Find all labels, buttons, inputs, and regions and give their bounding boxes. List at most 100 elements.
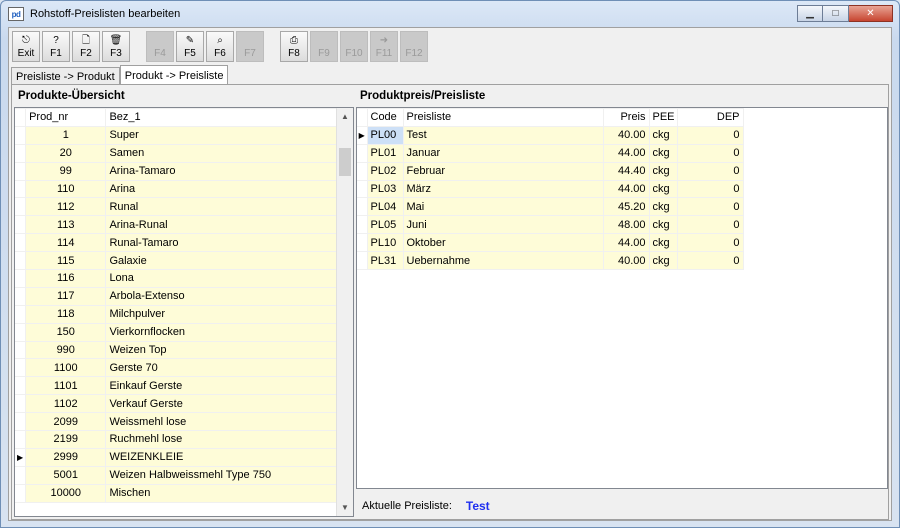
cell-bez-1[interactable]: Lona	[105, 269, 337, 288]
row-indicator[interactable]	[15, 197, 27, 217]
table-row[interactable]: 1 Super	[15, 125, 337, 145]
toolbar-button-f3[interactable]: 🗑 F3	[102, 31, 130, 62]
cell-bez-1[interactable]: Mischen	[105, 483, 337, 503]
table-row[interactable]: 1100 Gerste 70	[15, 358, 337, 378]
cell-pee[interactable]: ckg	[648, 251, 678, 271]
row-indicator[interactable]	[15, 161, 27, 181]
cell-preis[interactable]: 44.00	[602, 179, 650, 199]
cell-preisliste[interactable]: Uebernahme	[402, 251, 604, 271]
row-indicator[interactable]	[15, 269, 27, 288]
column-header-prod-nr[interactable]: Prod_nr	[25, 108, 107, 127]
cell-preis[interactable]: 44.00	[602, 143, 650, 163]
cell-prod-nr[interactable]: 1102	[25, 394, 107, 414]
products-grid[interactable]: Prod_nr Bez_1 1 Super 20 Samen 99 Arina-Tamar…	[14, 107, 354, 517]
cell-prod-nr[interactable]: 1	[25, 125, 107, 145]
row-indicator[interactable]	[15, 179, 27, 199]
table-row[interactable]: 116 Lona	[15, 269, 337, 288]
cell-dep[interactable]: 0	[676, 125, 744, 145]
table-row[interactable]: ▶ PL00 Test 40.00 ckg 0	[357, 125, 744, 145]
cell-code[interactable]: PL01	[366, 143, 404, 163]
table-row[interactable]: 2099 Weissmehl lose	[15, 412, 337, 432]
cell-preis[interactable]: 44.00	[602, 233, 650, 253]
cell-bez-1[interactable]: Milchpulver	[105, 304, 337, 324]
cell-prod-nr[interactable]: 1101	[25, 376, 107, 396]
tab-produkt-preisliste[interactable]: Produkt -> Preisliste	[119, 65, 229, 85]
column-header-bez-1[interactable]: Bez_1	[105, 108, 337, 127]
cell-bez-1[interactable]: Runal-Tamaro	[105, 233, 337, 253]
cell-prod-nr[interactable]: 10000	[25, 483, 107, 503]
cell-prod-nr[interactable]: 118	[25, 304, 107, 324]
cell-pee[interactable]: ckg	[648, 215, 678, 235]
cell-code[interactable]: PL03	[366, 179, 404, 199]
cell-bez-1[interactable]: Runal	[105, 197, 337, 217]
table-row[interactable]: PL10 Oktober 44.00 ckg 0	[357, 233, 744, 253]
table-row[interactable]: 10000 Mischen	[15, 483, 337, 503]
table-row[interactable]: 990 Weizen Top	[15, 340, 337, 360]
cell-code[interactable]: PL31	[366, 251, 404, 271]
cell-bez-1[interactable]: Einkauf Gerste	[105, 376, 337, 396]
table-row[interactable]: PL03 März 44.00 ckg 0	[357, 179, 744, 199]
cell-pee[interactable]: ckg	[648, 125, 678, 145]
cell-bez-1[interactable]: Weizen Top	[105, 340, 337, 360]
table-row[interactable]: 1102 Verkauf Gerste	[15, 394, 337, 414]
table-row[interactable]: PL01 Januar 44.00 ckg 0	[357, 143, 744, 163]
row-indicator[interactable]: ▶	[15, 447, 27, 467]
products-scrollbar[interactable]: ▲ ▼	[336, 108, 353, 516]
cell-bez-1[interactable]: Vierkornflocken	[105, 322, 337, 342]
cell-prod-nr[interactable]: 990	[25, 340, 107, 360]
table-row[interactable]: 2199 Ruchmehl lose	[15, 430, 337, 449]
row-indicator[interactable]	[15, 465, 27, 485]
column-header-pee[interactable]: PEE	[648, 108, 678, 127]
cell-prod-nr[interactable]: 110	[25, 179, 107, 199]
cell-bez-1[interactable]: Galaxie	[105, 251, 337, 271]
row-indicator[interactable]	[15, 286, 27, 306]
table-row[interactable]: 150 Vierkornflocken	[15, 322, 337, 342]
cell-pee[interactable]: ckg	[648, 233, 678, 253]
row-indicator[interactable]	[15, 412, 27, 432]
column-header-dep[interactable]: DEP	[676, 108, 744, 127]
column-header-preisliste[interactable]: Preisliste	[402, 108, 604, 127]
cell-preisliste[interactable]: Juni	[402, 215, 604, 235]
cell-prod-nr[interactable]: 114	[25, 233, 107, 253]
cell-preis[interactable]: 40.00	[602, 251, 650, 271]
row-indicator[interactable]	[15, 251, 27, 271]
cell-preis[interactable]: 44.40	[602, 161, 650, 181]
table-row[interactable]: PL05 Juni 48.00 ckg 0	[357, 215, 744, 235]
table-row[interactable]: ▶ 2999 WEIZENKLEIE	[15, 447, 337, 467]
row-indicator[interactable]	[15, 430, 27, 449]
row-indicator[interactable]: ▶	[357, 125, 368, 145]
cell-prod-nr[interactable]: 150	[25, 322, 107, 342]
cell-bez-1[interactable]: Weissmehl lose	[105, 412, 337, 432]
row-indicator[interactable]	[357, 233, 368, 253]
cell-bez-1[interactable]: Samen	[105, 143, 337, 163]
row-indicator[interactable]	[15, 358, 27, 378]
cell-bez-1[interactable]: Ruchmehl lose	[105, 430, 337, 449]
row-indicator[interactable]	[357, 143, 368, 163]
row-indicator[interactable]	[15, 483, 27, 503]
cell-bez-1[interactable]: Verkauf Gerste	[105, 394, 337, 414]
cell-prod-nr[interactable]: 117	[25, 286, 107, 306]
table-row[interactable]: PL04 Mai 45.20 ckg 0	[357, 197, 744, 217]
row-indicator[interactable]	[15, 143, 27, 163]
cell-pee[interactable]: ckg	[648, 161, 678, 181]
cell-prod-nr[interactable]: 1100	[25, 358, 107, 378]
table-row[interactable]: 5001 Weizen Halbweissmehl Type 750	[15, 465, 337, 485]
table-row[interactable]: 110 Arina	[15, 179, 337, 199]
row-indicator[interactable]	[357, 251, 368, 271]
cell-bez-1[interactable]: Arina	[105, 179, 337, 199]
row-indicator[interactable]	[15, 340, 27, 360]
cell-prod-nr[interactable]: 2999	[25, 447, 107, 467]
table-row[interactable]: PL02 Februar 44.40 ckg 0	[357, 161, 744, 181]
table-row[interactable]: 112 Runal	[15, 197, 337, 217]
cell-preisliste[interactable]: Januar	[402, 143, 604, 163]
cell-preisliste[interactable]: Oktober	[402, 233, 604, 253]
toolbar-button-f1[interactable]: ? F1	[42, 31, 70, 62]
tab-preisliste-produkt[interactable]: Preisliste -> Produkt	[11, 67, 120, 85]
toolbar-button-f8[interactable]: ⎙ F8	[280, 31, 308, 62]
column-header-code[interactable]: Code	[366, 108, 404, 127]
scroll-down-icon[interactable]: ▼	[337, 499, 353, 516]
row-indicator[interactable]	[15, 304, 27, 324]
table-row[interactable]: 114 Runal-Tamaro	[15, 233, 337, 253]
cell-preis[interactable]: 40.00	[602, 125, 650, 145]
scroll-thumb[interactable]	[339, 148, 351, 176]
